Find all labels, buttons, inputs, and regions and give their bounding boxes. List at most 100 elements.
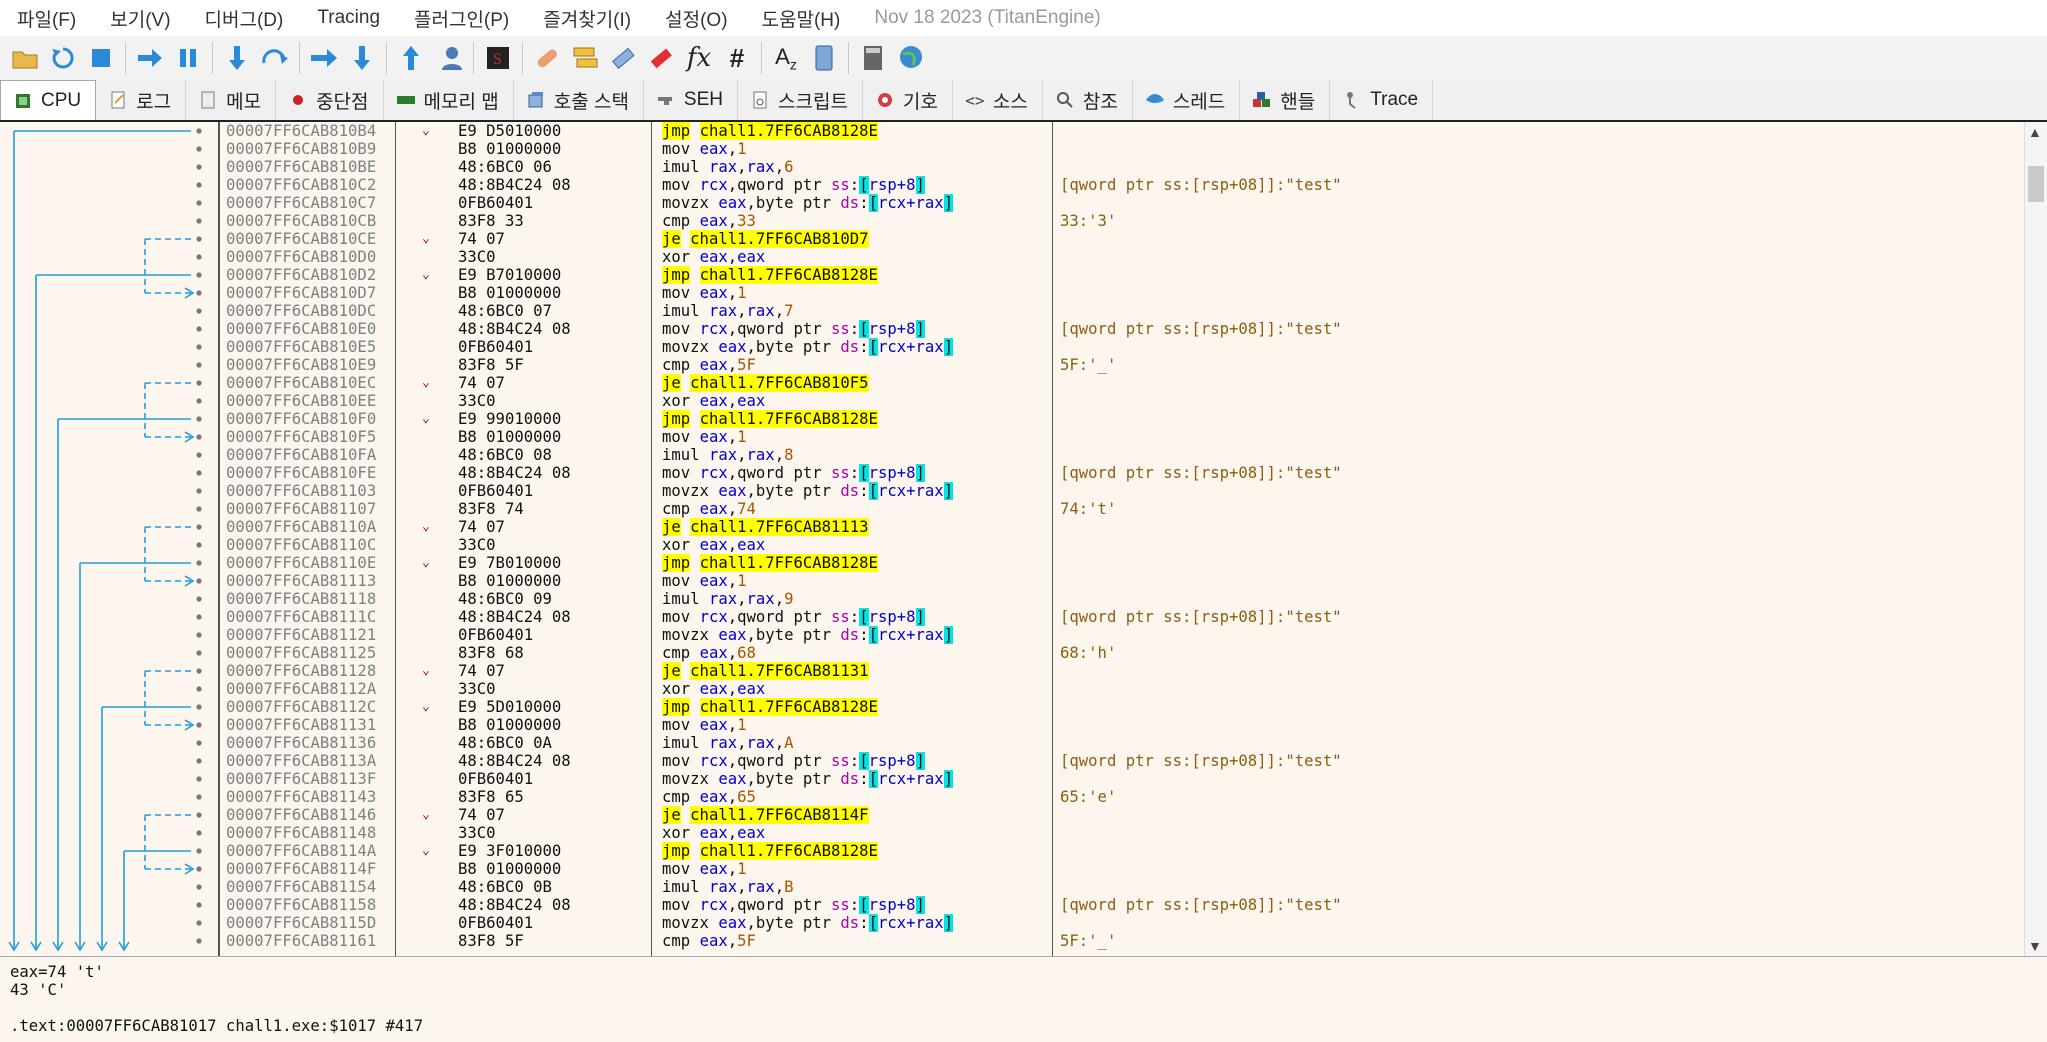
disassembly-row[interactable]: 00007FF6CAB810F0 ⌄ E9 99010000 jmp chall1.7… bbox=[220, 410, 2025, 428]
disassembly-row[interactable]: 00007FF6CAB8110A ⌄ 74 07 je chall1.7FF6CAB8… bbox=[220, 518, 2025, 536]
tab-threads[interactable]: 스레드 bbox=[1133, 80, 1241, 120]
scylla-icon[interactable]: S bbox=[479, 39, 517, 77]
tab-breakpoints[interactable]: 중단점 bbox=[276, 80, 384, 120]
disassembly-row[interactable]: 00007FF6CAB81121 0FB60401 movzx eax,byte p… bbox=[220, 626, 2025, 644]
disassembly-row[interactable]: 00007FF6CAB8112C ⌄ E9 5D010000 jmp chall1.7… bbox=[220, 698, 2025, 716]
stop-icon[interactable] bbox=[82, 39, 120, 77]
disassembly-row[interactable]: 00007FF6CAB810D0 33C0 xor eax,eax bbox=[220, 248, 2025, 266]
disassembly-row[interactable]: 00007FF6CAB810D7 B8 01000000 mov eax,1 bbox=[220, 284, 2025, 302]
disassembly-row[interactable]: 00007FF6CAB810FA 48:6BC0 08 imul rax,rax,8 bbox=[220, 446, 2025, 464]
disassembly-row[interactable]: 00007FF6CAB8111C 48:8B4C24 08 mov rcx,qwor… bbox=[220, 608, 2025, 626]
open-icon[interactable] bbox=[6, 39, 44, 77]
step-into-icon[interactable] bbox=[218, 39, 256, 77]
scroll-thumb[interactable] bbox=[2028, 166, 2044, 202]
tab-call-stack[interactable]: 호출 스택 bbox=[514, 80, 644, 120]
restart-icon[interactable] bbox=[44, 39, 82, 77]
menu-favourites[interactable]: 즐겨찾기(I) bbox=[526, 5, 648, 32]
tab-script[interactable]: 스크립트 bbox=[738, 80, 863, 120]
label-icon[interactable] bbox=[604, 39, 642, 77]
vertical-scrollbar[interactable]: ▲ ▼ bbox=[2024, 122, 2047, 956]
comment-icon[interactable] bbox=[566, 39, 604, 77]
disassembly-row[interactable]: 00007FF6CAB81148 33C0 xor eax,eax bbox=[220, 824, 2025, 842]
tab-trace[interactable]: Trace bbox=[1330, 80, 1434, 120]
disassembly-row[interactable]: 00007FF6CAB810B9 B8 01000000 mov eax,1 bbox=[220, 140, 2025, 158]
disassembly-row[interactable]: 00007FF6CAB810E5 0FB60401 movzx eax,byte p… bbox=[220, 338, 2025, 356]
globe-icon[interactable] bbox=[892, 39, 930, 77]
disassembly-row[interactable]: 00007FF6CAB81143 83F8 65 cmp eax,65 65:'e' bbox=[220, 788, 2025, 806]
tab-symbols[interactable]: 기호 bbox=[863, 80, 953, 120]
pause-icon[interactable] bbox=[169, 39, 207, 77]
patch-icon[interactable] bbox=[528, 39, 566, 77]
execute-till-return-icon[interactable] bbox=[392, 39, 430, 77]
trace-into-icon[interactable] bbox=[305, 39, 343, 77]
run-icon[interactable] bbox=[131, 39, 169, 77]
trace-over-icon[interactable] bbox=[343, 39, 381, 77]
disassembly-row[interactable]: 00007FF6CAB8112A 33C0 xor eax,eax bbox=[220, 680, 2025, 698]
tab-references[interactable]: 참조 bbox=[1043, 80, 1133, 120]
menu-plugins[interactable]: 플러그인(P) bbox=[397, 5, 526, 32]
disassembly-row[interactable]: 00007FF6CAB810BE 48:6BC0 06 imul rax,rax,6 bbox=[220, 158, 2025, 176]
tab-cpu[interactable]: CPU bbox=[0, 80, 97, 120]
disassembly-row[interactable]: 00007FF6CAB8114F B8 01000000 mov eax,1 bbox=[220, 860, 2025, 878]
disassembly-row[interactable]: 00007FF6CAB810E9 83F8 5F cmp eax,5F 5F:'_' bbox=[220, 356, 2025, 374]
calculator-icon[interactable] bbox=[854, 39, 892, 77]
disassembly-table[interactable]: 00007FF6CAB810B4 ⌄ E9 D5010000 jmp chall1.7… bbox=[220, 122, 2025, 956]
svg-text:S: S bbox=[493, 51, 502, 68]
disassembly-row[interactable]: 00007FF6CAB81107 83F8 74 cmp eax,74 74:'t' bbox=[220, 500, 2025, 518]
disassembly-row[interactable]: 00007FF6CAB8110E ⌄ E9 7B010000 jmp chall1.7… bbox=[220, 554, 2025, 572]
font-icon[interactable]: Az bbox=[767, 39, 805, 77]
disassembly-row[interactable]: 00007FF6CAB81146 ⌄ 74 07 je chall1.7FF6CAB8… bbox=[220, 806, 2025, 824]
disassembly-row[interactable]: 00007FF6CAB81161 83F8 5F cmp eax,5F 5F:'_' bbox=[220, 932, 2025, 950]
hash-icon[interactable]: # bbox=[718, 39, 756, 77]
tab-handles[interactable]: 핸들 bbox=[1240, 80, 1331, 120]
disassembly-row[interactable]: 00007FF6CAB810EE 33C0 xor eax,eax bbox=[220, 392, 2025, 410]
row-bytes: 74 07 bbox=[458, 374, 505, 392]
disassembly-row[interactable]: 00007FF6CAB810CE ⌄ 74 07 je chall1.7FF6CAB8… bbox=[220, 230, 2025, 248]
run-to-user-code-icon[interactable] bbox=[430, 39, 468, 77]
tab-memory-map[interactable]: 메모리 맵 bbox=[384, 80, 514, 120]
menu-help[interactable]: 도움말(H) bbox=[745, 5, 858, 32]
tab-notes[interactable]: 메모 bbox=[186, 80, 277, 120]
tab-log[interactable]: 로그 bbox=[96, 80, 187, 120]
scroll-up-icon[interactable]: ▲ bbox=[2028, 124, 2042, 140]
menu-view[interactable]: 보기(V) bbox=[93, 5, 187, 32]
disassembly-row[interactable]: 00007FF6CAB81136 48:6BC0 0A imul rax,rax,A bbox=[220, 734, 2025, 752]
disassembly-row[interactable]: 00007FF6CAB8115D 0FB60401 movzx eax,byte p… bbox=[220, 914, 2025, 932]
disassembly-row[interactable]: 00007FF6CAB810C2 48:8B4C24 08 mov rcx,qwor… bbox=[220, 176, 2025, 194]
menu-debug[interactable]: 디버그(D) bbox=[188, 5, 301, 32]
disassembly-row[interactable]: 00007FF6CAB8110C 33C0 xor eax,eax bbox=[220, 536, 2025, 554]
disassembly-row[interactable]: 00007FF6CAB81158 48:8B4C24 08 mov rcx,qwor… bbox=[220, 896, 2025, 914]
disassembly-row[interactable]: 00007FF6CAB81154 48:6BC0 0B imul rax,rax,B bbox=[220, 878, 2025, 896]
disassembly-row[interactable]: 00007FF6CAB81113 B8 01000000 mov eax,1 bbox=[220, 572, 2025, 590]
disassembly-row[interactable]: 00007FF6CAB810D2 ⌄ E9 B7010000 jmp chall1.7… bbox=[220, 266, 2025, 284]
bookmark-icon[interactable] bbox=[642, 39, 680, 77]
row-address: 00007FF6CAB8114F bbox=[226, 860, 377, 878]
row-dot bbox=[196, 308, 202, 314]
disassembly-row[interactable]: 00007FF6CAB8114A ⌄ E9 3F010000 jmp chall1.7… bbox=[220, 842, 2025, 860]
disassembly-row[interactable]: 00007FF6CAB8113F 0FB60401 movzx eax,byte p… bbox=[220, 770, 2025, 788]
disassembly-row[interactable]: 00007FF6CAB810EC ⌄ 74 07 je chall1.7FF6CAB8… bbox=[220, 374, 2025, 392]
disassembly-row[interactable]: 00007FF6CAB810CB 83F8 33 cmp eax,33 33:'3' bbox=[220, 212, 2025, 230]
disassembly-row[interactable]: 00007FF6CAB81118 48:6BC0 09 imul rax,rax,9 bbox=[220, 590, 2025, 608]
disassembly-row[interactable]: 00007FF6CAB81131 B8 01000000 mov eax,1 bbox=[220, 716, 2025, 734]
disassembly-row[interactable]: 00007FF6CAB81128 ⌄ 74 07 je chall1.7FF6CAB8… bbox=[220, 662, 2025, 680]
scroll-down-icon[interactable]: ▼ bbox=[2028, 938, 2042, 954]
tab-seh[interactable]: SEH bbox=[644, 80, 738, 120]
menu-tracing[interactable]: Tracing bbox=[300, 7, 397, 29]
device-icon[interactable] bbox=[805, 39, 843, 77]
step-over-icon[interactable] bbox=[256, 39, 294, 77]
row-bytes: 48:8B4C24 08 bbox=[458, 176, 571, 194]
disassembly-row[interactable]: 00007FF6CAB810F5 B8 01000000 mov eax,1 bbox=[220, 428, 2025, 446]
menu-options[interactable]: 설정(O) bbox=[648, 5, 744, 32]
function-icon[interactable]: fx bbox=[680, 39, 718, 77]
disassembly-row[interactable]: 00007FF6CAB810DC 48:6BC0 07 imul rax,rax,7 bbox=[220, 302, 2025, 320]
menu-file[interactable]: 파일(F) bbox=[0, 5, 93, 32]
disassembly-row[interactable]: 00007FF6CAB810C7 0FB60401 movzx eax,byte p… bbox=[220, 194, 2025, 212]
tab-source[interactable]: <> 소스 bbox=[953, 80, 1043, 120]
disassembly-row[interactable]: 00007FF6CAB81103 0FB60401 movzx eax,byte p… bbox=[220, 482, 2025, 500]
disassembly-row[interactable]: 00007FF6CAB810E0 48:8B4C24 08 mov rcx,qwor… bbox=[220, 320, 2025, 338]
disassembly-row[interactable]: 00007FF6CAB810FE 48:8B4C24 08 mov rcx,qwor… bbox=[220, 464, 2025, 482]
disassembly-row[interactable]: 00007FF6CAB81125 83F8 68 cmp eax,68 68:'h' bbox=[220, 644, 2025, 662]
disassembly-row[interactable]: 00007FF6CAB8113A 48:8B4C24 08 mov rcx,qwor… bbox=[220, 752, 2025, 770]
disassembly-row[interactable]: 00007FF6CAB810B4 ⌄ E9 D5010000 jmp chall1.7… bbox=[220, 122, 2025, 140]
